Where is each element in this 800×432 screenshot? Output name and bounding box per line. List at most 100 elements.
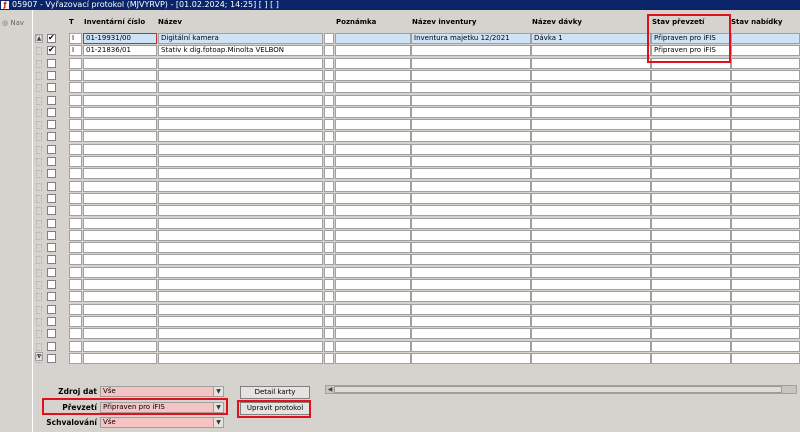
table-row[interactable]: [34, 242, 800, 254]
cell-inv-cislo[interactable]: [83, 106, 157, 118]
cell-stav-nabidky[interactable]: [731, 143, 800, 155]
row-checkbox[interactable]: [47, 329, 56, 339]
cell-stav-prevzeti[interactable]: [651, 328, 731, 340]
table-cell[interactable]: [324, 180, 334, 192]
cell-stav-nabidky[interactable]: [731, 69, 800, 81]
cell-nazev-inventury[interactable]: [411, 131, 531, 143]
cell-inv-cislo[interactable]: [83, 254, 157, 266]
table-cell[interactable]: [324, 131, 334, 143]
cell-nazev-davky[interactable]: [531, 266, 651, 278]
cell-stav-prevzeti[interactable]: [651, 352, 731, 364]
cell-stav-nabidky[interactable]: [731, 192, 800, 204]
cell-nazev-inventury[interactable]: [411, 303, 531, 315]
cell-t[interactable]: [69, 205, 82, 217]
table-cell[interactable]: [324, 143, 334, 155]
cell-poznamka[interactable]: [335, 266, 411, 278]
cell-inv-cislo[interactable]: [83, 217, 157, 229]
cell-t[interactable]: I: [69, 33, 82, 44]
cell-stav-nabidky[interactable]: [731, 291, 800, 303]
table-row[interactable]: [34, 303, 800, 316]
cell-stav-prevzeti[interactable]: [651, 106, 731, 118]
table-row[interactable]: [34, 352, 800, 365]
row-marker[interactable]: [36, 59, 42, 68]
cell-nazev[interactable]: [158, 229, 323, 241]
cell-inv-cislo[interactable]: [83, 229, 157, 241]
cell-nazev[interactable]: [158, 205, 323, 217]
row-checkbox[interactable]: [47, 316, 56, 326]
table-row[interactable]: [34, 94, 800, 107]
cell-poznamka[interactable]: [335, 229, 411, 241]
detail-karty-button[interactable]: Detail karty: [240, 386, 310, 399]
cell-nazev[interactable]: [158, 131, 323, 143]
cell-stav-prevzeti[interactable]: [651, 266, 731, 278]
cell-poznamka[interactable]: [335, 291, 411, 303]
row-checkbox[interactable]: [47, 144, 56, 154]
table-cell[interactable]: [324, 229, 334, 241]
cell-nazev[interactable]: [158, 242, 323, 254]
cell-t[interactable]: [69, 242, 82, 254]
cell-nazev[interactable]: [158, 291, 323, 303]
cell-nazev-inventury[interactable]: [411, 242, 531, 254]
cell-inv-cislo[interactable]: [83, 131, 157, 143]
cell-stav-nabidky[interactable]: [731, 33, 800, 44]
cell-nazev[interactable]: [158, 168, 323, 180]
cell-nazev-inventury[interactable]: [411, 229, 531, 241]
cell-nazev-davky[interactable]: [531, 340, 651, 352]
cell-nazev-inventury[interactable]: [411, 217, 531, 229]
row-marker[interactable]: [36, 354, 42, 363]
table-cell[interactable]: [324, 254, 334, 266]
cell-poznamka[interactable]: [335, 192, 411, 204]
cell-nazev[interactable]: Digitální kamera: [158, 33, 323, 44]
row-marker[interactable]: [36, 293, 42, 302]
cell-nazev-inventury[interactable]: [411, 180, 531, 192]
row-marker[interactable]: [36, 121, 42, 130]
cell-nazev-davky[interactable]: [531, 156, 651, 167]
cell-nazev[interactable]: [158, 328, 323, 340]
cell-t[interactable]: [69, 340, 82, 352]
cell-stav-nabidky[interactable]: [731, 205, 800, 217]
cell-t[interactable]: [69, 303, 82, 315]
cell-nazev-inventury[interactable]: [411, 352, 531, 364]
cell-nazev-inventury[interactable]: [411, 45, 531, 57]
row-marker[interactable]: [36, 207, 42, 216]
cell-stav-nabidky[interactable]: [731, 303, 800, 315]
row-marker[interactable]: [36, 342, 42, 351]
cell-nazev[interactable]: [158, 340, 323, 352]
row-marker[interactable]: [36, 219, 42, 228]
cell-stav-prevzeti[interactable]: [651, 315, 731, 327]
cell-stav-prevzeti[interactable]: [651, 156, 731, 167]
cell-stav-prevzeti[interactable]: [651, 131, 731, 143]
cell-t[interactable]: [69, 168, 82, 180]
cell-nazev-davky[interactable]: [531, 291, 651, 303]
row-marker[interactable]: [36, 35, 42, 43]
cell-t[interactable]: [69, 217, 82, 229]
cell-nazev[interactable]: [158, 69, 323, 81]
cell-stav-prevzeti[interactable]: [651, 119, 731, 131]
table-row[interactable]: [34, 69, 800, 82]
cell-inv-cislo[interactable]: [83, 168, 157, 180]
cell-nazev-davky[interactable]: [531, 57, 651, 69]
row-marker[interactable]: [36, 256, 42, 265]
cell-t[interactable]: [69, 180, 82, 192]
table-cell[interactable]: [324, 94, 334, 106]
table-cell[interactable]: [324, 242, 334, 254]
cell-nazev-inventury[interactable]: [411, 156, 531, 167]
table-row[interactable]: [34, 279, 800, 291]
cell-nazev-davky[interactable]: [531, 69, 651, 81]
row-marker[interactable]: [36, 330, 42, 339]
cell-poznamka[interactable]: [335, 205, 411, 217]
row-marker[interactable]: [36, 268, 42, 277]
cell-nazev-davky[interactable]: [531, 119, 651, 131]
cell-t[interactable]: [69, 254, 82, 266]
row-marker[interactable]: [36, 244, 42, 253]
cell-stav-prevzeti[interactable]: [651, 180, 731, 192]
table-row[interactable]: [34, 328, 800, 340]
table-row[interactable]: [34, 168, 800, 180]
cell-nazev-inventury[interactable]: [411, 340, 531, 352]
cell-inv-cislo[interactable]: [83, 340, 157, 352]
cell-stav-nabidky[interactable]: [731, 340, 800, 352]
cell-stav-nabidky[interactable]: [731, 254, 800, 266]
row-checkbox[interactable]: [47, 230, 56, 240]
row-checkbox[interactable]: [47, 206, 56, 216]
cell-poznamka[interactable]: [335, 143, 411, 155]
